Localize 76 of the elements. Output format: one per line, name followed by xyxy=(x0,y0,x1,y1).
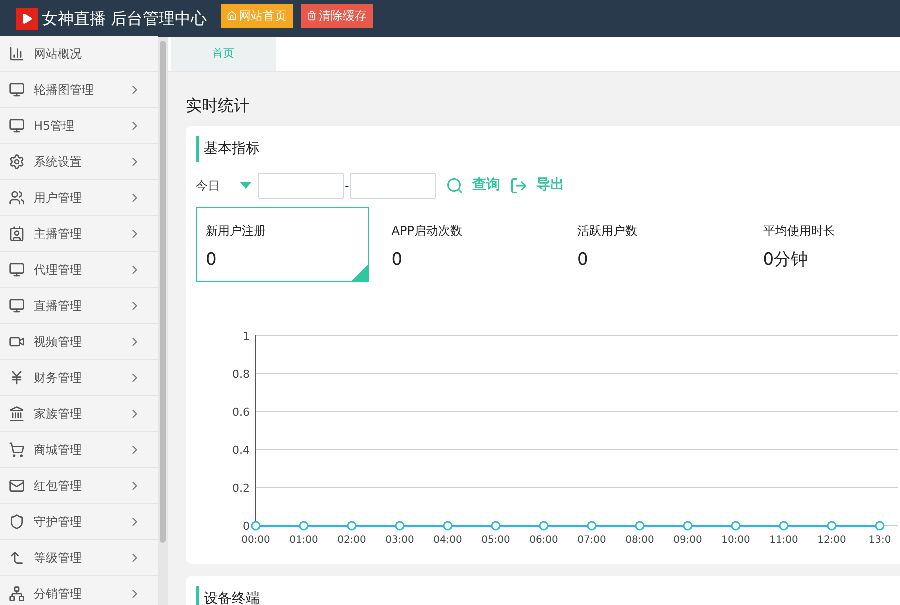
stat-label: 新用户注册 xyxy=(206,223,267,240)
page-title: 实时统计 xyxy=(186,95,251,117)
hierarchy-icon xyxy=(9,586,25,602)
monitor-icon xyxy=(9,262,25,278)
data-point xyxy=(827,521,837,531)
data-point xyxy=(779,521,789,531)
data-point xyxy=(299,521,309,531)
stat-label: 活跃用户数 xyxy=(578,223,638,240)
y-tick-label: 0.6 xyxy=(232,406,250,419)
y-tick-label: 0 xyxy=(243,520,250,533)
data-point xyxy=(395,521,405,531)
end-date-field[interactable] xyxy=(350,172,436,198)
monitor-icon xyxy=(9,298,25,314)
envelope-icon xyxy=(9,478,25,494)
data-point xyxy=(251,521,261,531)
date-separator: - xyxy=(344,178,350,194)
home-icon xyxy=(227,11,238,21)
y-tick-label: 0.4 xyxy=(232,444,250,457)
data-point xyxy=(539,521,549,531)
section-title: 设备终端 xyxy=(196,586,900,605)
y-tick-label: 0.8 xyxy=(232,368,250,381)
x-tick-label: 10:00 xyxy=(722,535,750,546)
x-tick-label: 09:00 xyxy=(674,535,702,546)
data-point xyxy=(635,521,645,531)
arrow-up-icon xyxy=(9,550,25,566)
stat-card[interactable]: 新用户注册 0 xyxy=(196,207,369,282)
data-point xyxy=(875,521,885,531)
stat-value: 0 xyxy=(392,249,403,272)
x-tick-label: 11:00 xyxy=(770,535,798,546)
data-point xyxy=(683,521,693,531)
x-tick-label: 00:00 xyxy=(242,535,270,546)
x-tick-label: 05:00 xyxy=(482,535,510,546)
stat-card[interactable]: 平均使用时长 0分钟 xyxy=(753,207,900,282)
x-tick-label: 12:00 xyxy=(818,535,846,546)
monitor-icon xyxy=(9,118,25,134)
x-tick-label: 06:00 xyxy=(530,535,558,546)
stat-card[interactable]: 活跃用户数 0 xyxy=(568,207,740,282)
corner-triangle-icon xyxy=(352,265,368,281)
data-point xyxy=(731,521,741,531)
x-tick-label: 03:00 xyxy=(386,535,414,546)
cart-icon xyxy=(9,442,25,458)
data-point xyxy=(347,521,357,531)
period-select[interactable]: 今日 xyxy=(196,176,258,194)
x-tick-label: 08:00 xyxy=(626,535,654,546)
stat-label: APP启动次数 xyxy=(392,223,464,240)
x-tick-label: 02:00 xyxy=(338,535,366,546)
data-point xyxy=(443,521,453,531)
export-icon xyxy=(510,176,528,194)
users-icon xyxy=(9,190,25,206)
data-point xyxy=(587,521,597,531)
bank-icon xyxy=(9,406,25,422)
data-point xyxy=(491,521,501,531)
trash-icon xyxy=(307,11,318,21)
logo-icon xyxy=(16,8,38,30)
x-tick-label: 04:00 xyxy=(434,535,462,546)
stat-value: 0 xyxy=(206,249,217,272)
monitor-icon xyxy=(9,82,25,98)
app-title: 女神直播 后台管理中心 xyxy=(42,8,208,30)
clear-cache-button[interactable]: 清除缓存 xyxy=(301,4,374,28)
y-tick-label: 0.2 xyxy=(232,482,250,495)
dropdown-caret-icon xyxy=(240,182,252,190)
x-tick-label: 13:0 xyxy=(868,535,892,546)
shield-icon xyxy=(9,514,25,530)
stat-value: 0 xyxy=(578,249,588,272)
stat-card[interactable]: APP启动次数 0 xyxy=(382,207,554,282)
bar-chart-icon xyxy=(9,46,25,62)
id-badge-icon xyxy=(9,226,25,242)
section-title: 基本指标 xyxy=(196,136,900,162)
x-tick-label: 01:00 xyxy=(290,535,318,546)
start-date-field[interactable] xyxy=(258,172,344,198)
stat-value: 0分钟 xyxy=(763,249,808,272)
stat-label: 平均使用时长 xyxy=(763,223,836,240)
search-icon xyxy=(446,176,464,194)
gears-icon xyxy=(9,154,25,170)
x-tick-label: 07:00 xyxy=(578,535,606,546)
y-tick-label: 1 xyxy=(243,330,250,343)
